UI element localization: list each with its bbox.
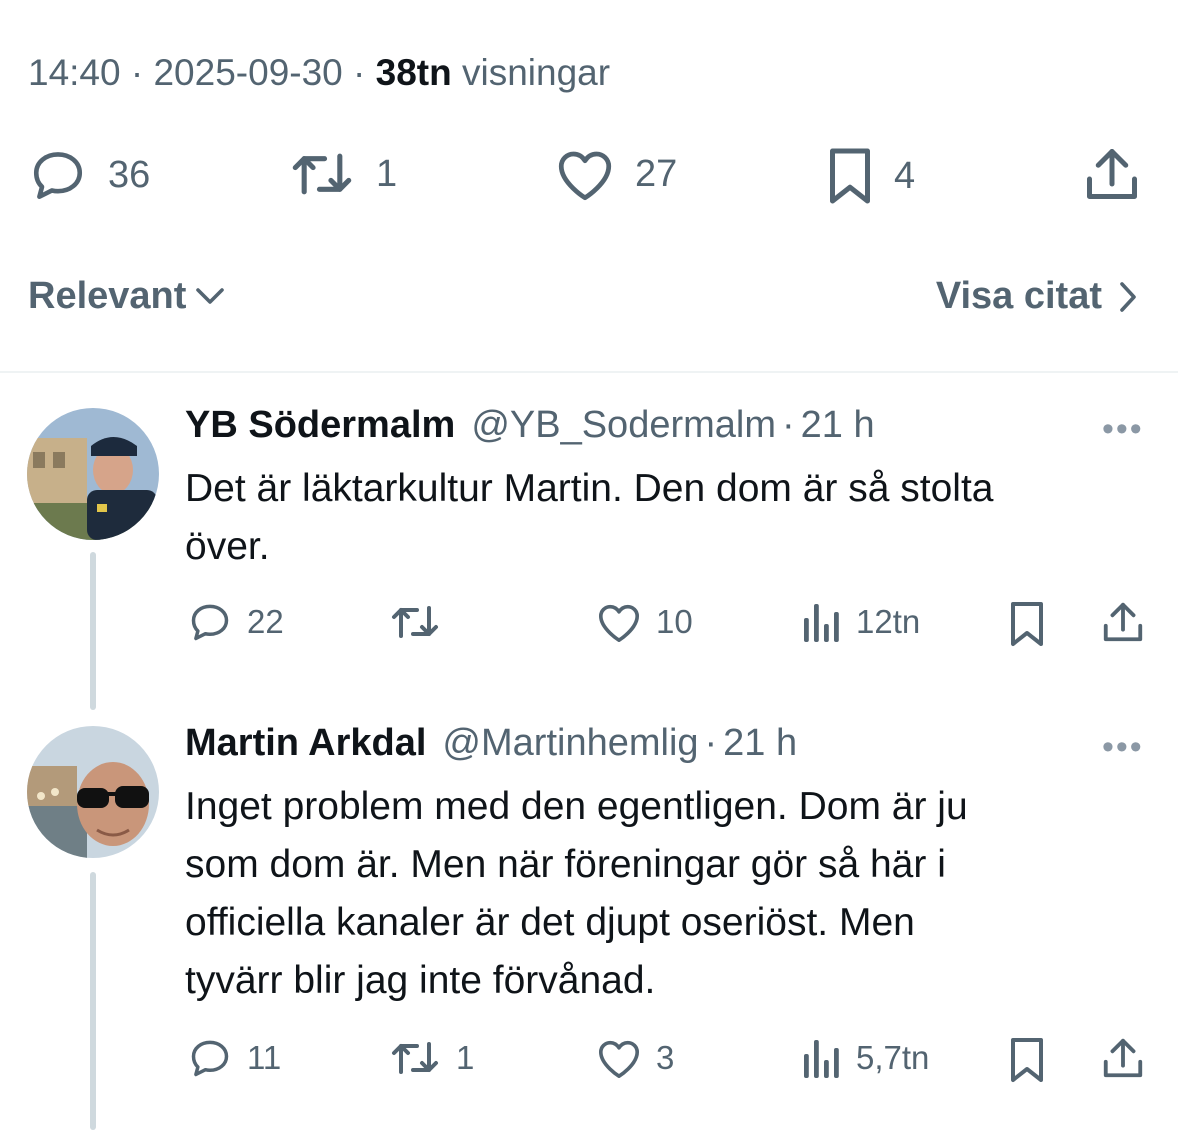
repost-arrows-icon <box>392 1042 438 1074</box>
reply-like-button[interactable]: 3 <box>596 1036 674 1080</box>
reply-author-name[interactable]: YB Södermalm <box>185 404 455 447</box>
post-like-button[interactable]: 27 <box>555 146 677 202</box>
share-upload-icon <box>1103 602 1143 642</box>
post-share-button[interactable] <box>1082 146 1142 202</box>
view-quotes-link[interactable]: Visa citat <box>936 275 1138 318</box>
speech-bubble-icon <box>33 152 83 200</box>
reply-share-button[interactable] <box>1100 600 1146 644</box>
post-views-label: visningar <box>462 52 611 93</box>
reply-reply-button[interactable]: 11 <box>187 1036 281 1080</box>
reply-repost-button[interactable] <box>388 600 456 644</box>
reply-bookmark-button[interactable] <box>1008 600 1046 648</box>
section-divider <box>0 371 1178 373</box>
avatar-photo <box>27 726 159 858</box>
more-dots-icon[interactable]: ••• <box>1102 728 1144 767</box>
post-repost-button[interactable]: 1 <box>288 146 397 202</box>
reply-reply-button[interactable]: 22 <box>187 600 284 644</box>
reply-count: 11 <box>247 1039 282 1076</box>
reply-header: YB Södermalm @YB_Sodermalm · 21 h <box>185 404 875 447</box>
post-bookmark-count: 4 <box>894 154 916 197</box>
post-date: 2025-09-30 <box>153 52 343 93</box>
avatar-photo <box>27 408 159 540</box>
speech-bubble-icon <box>191 604 229 641</box>
reply-repost-button[interactable]: 1 <box>388 1036 474 1080</box>
post-meta: 14:40 · 2025-09-30 · 38tn visningar <box>28 52 611 93</box>
heart-icon <box>558 151 612 201</box>
reply-text: Det är läktarkultur Martin. Den dom är s… <box>185 467 994 568</box>
reply-time[interactable]: 21 h <box>723 722 797 765</box>
avatar[interactable] <box>27 408 159 540</box>
post-bookmark-button[interactable]: 4 <box>826 146 915 206</box>
bookmark-icon <box>830 148 870 204</box>
reply-text: Inget problem med den egentligen. Dom är… <box>185 785 968 1002</box>
reply-author-handle[interactable]: @Martinhemlig <box>442 722 698 765</box>
avatar[interactable] <box>27 726 159 858</box>
reply-like-button[interactable]: 10 <box>596 600 693 644</box>
post-like-count: 27 <box>635 152 678 195</box>
bookmark-icon <box>1011 1038 1043 1082</box>
post-reply-count: 36 <box>108 153 151 196</box>
heart-icon <box>598 1040 640 1079</box>
bookmark-icon <box>1011 602 1043 646</box>
reply-header: Martin Arkdal @Martinhemlig · 21 h <box>185 722 798 765</box>
reply-views-button[interactable]: 5,7tn <box>802 1036 929 1080</box>
share-upload-icon <box>1087 149 1137 199</box>
reply-count: 22 <box>247 603 284 640</box>
repost-arrows-icon <box>292 153 352 195</box>
views-count: 12tn <box>856 603 921 640</box>
sort-label: Relevant <box>28 275 187 317</box>
views-count: 5,7tn <box>856 1039 930 1076</box>
reply-share-button[interactable] <box>1100 1036 1146 1080</box>
reply-views-button[interactable]: 12tn <box>802 600 920 644</box>
speech-bubble-icon <box>191 1040 229 1077</box>
more-dots-icon[interactable]: ••• <box>1102 410 1144 449</box>
thread-line <box>90 872 96 1130</box>
like-count: 10 <box>656 603 693 640</box>
view-quotes-label: Visa citat <box>935 275 1102 317</box>
sort-dropdown[interactable]: Relevant <box>28 275 226 318</box>
post-time: 14:40 <box>28 52 121 93</box>
reply-author-handle[interactable]: @YB_Sodermalm <box>471 404 776 447</box>
post-reply-button[interactable]: 36 <box>28 146 150 204</box>
reply-time[interactable]: 21 h <box>801 404 875 447</box>
chevron-right-icon <box>1120 281 1136 312</box>
reply-bookmark-button[interactable] <box>1008 1036 1046 1084</box>
repost-count: 1 <box>456 1039 475 1076</box>
bar-chart-icon <box>804 604 839 642</box>
thread-line <box>90 552 96 710</box>
heart-icon <box>598 604 640 643</box>
reply-author-name[interactable]: Martin Arkdal <box>185 722 426 765</box>
post-views-count: 38tn <box>375 52 452 93</box>
bar-chart-icon <box>804 1040 839 1078</box>
like-count: 3 <box>656 1039 675 1076</box>
share-upload-icon <box>1103 1038 1143 1078</box>
chevron-down-icon <box>196 287 225 304</box>
repost-arrows-icon <box>392 606 438 638</box>
post-repost-count: 1 <box>376 152 398 195</box>
